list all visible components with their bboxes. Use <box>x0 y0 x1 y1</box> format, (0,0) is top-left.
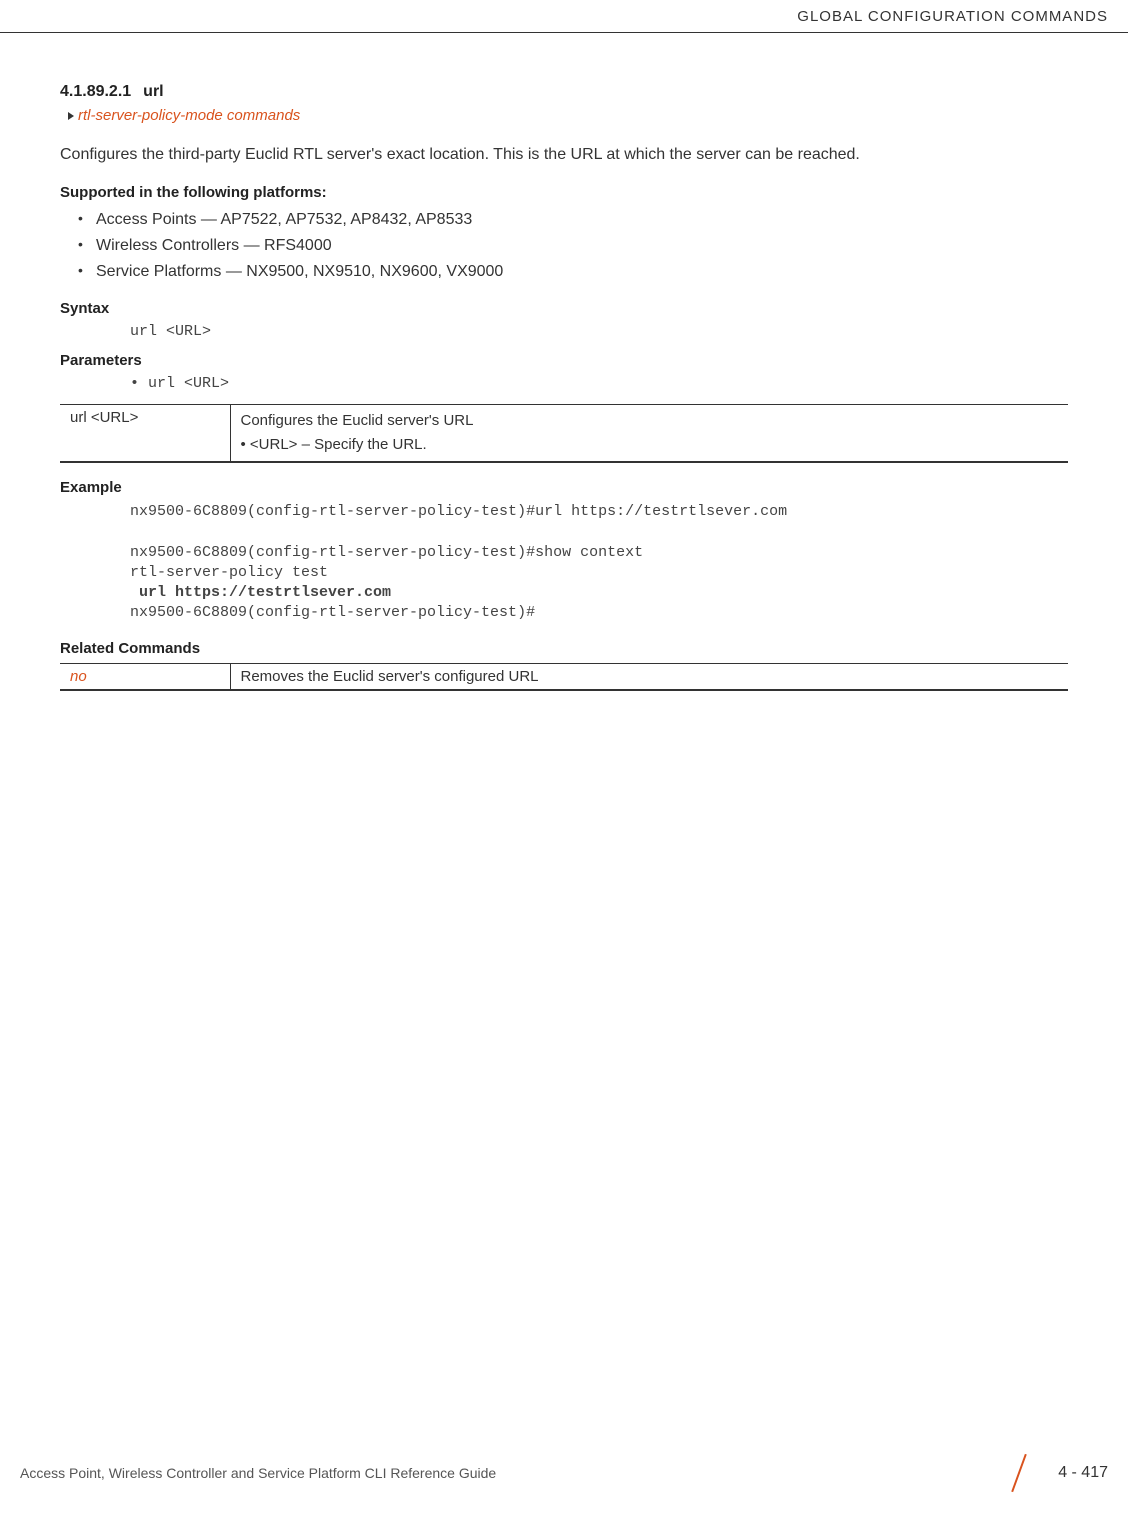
list-item: Wireless Controllers — RFS4000 <box>96 233 1068 259</box>
related-heading: Related Commands <box>60 640 1068 657</box>
breadcrumb: rtl-server-policy-mode commands <box>60 107 1068 124</box>
supported-heading: Supported in the following platforms: <box>60 184 1068 201</box>
arrow-right-icon <box>68 112 74 120</box>
main-content: 4.1.89.2.1 url rtl-server-policy-mode com… <box>0 33 1128 691</box>
page-footer: Access Point, Wireless Controller and Se… <box>0 1453 1128 1493</box>
parameters-line: • url <URL> <box>60 375 1068 392</box>
param-name-cell: url <URL> <box>60 405 230 463</box>
example-code: nx9500-6C8809(config-rtl-server-policy-t… <box>60 502 1068 624</box>
code-line: nx9500-6C8809(config-rtl-server-policy-t… <box>130 544 643 561</box>
code-line: nx9500-6C8809(config-rtl-server-policy-t… <box>130 604 535 621</box>
page-header: GLOBAL CONFIGURATION COMMANDS <box>0 0 1128 33</box>
related-cmd-cell[interactable]: no <box>60 663 230 690</box>
code-line-bold: url https://testrtlsever.com <box>130 584 391 601</box>
related-commands-table: no Removes the Euclid server's configure… <box>60 663 1068 691</box>
section-title: url <box>143 83 163 100</box>
list-item: Service Platforms — NX9500, NX9510, NX96… <box>96 259 1068 285</box>
table-row: no Removes the Euclid server's configure… <box>60 663 1068 690</box>
list-item: Access Points — AP7522, AP7532, AP8432, … <box>96 207 1068 233</box>
breadcrumb-text[interactable]: rtl-server-policy-mode commands <box>78 107 300 124</box>
related-desc-cell: Removes the Euclid server's configured U… <box>230 663 1068 690</box>
section-description: Configures the third-party Euclid RTL se… <box>60 144 1068 166</box>
param-desc-line1: Configures the Euclid server's URL <box>241 412 474 429</box>
section-number: 4.1.89.2.1 <box>60 83 131 100</box>
code-line: nx9500-6C8809(config-rtl-server-policy-t… <box>130 503 787 520</box>
syntax-heading: Syntax <box>60 300 1068 317</box>
syntax-code: url <URL> <box>60 323 1068 340</box>
parameters-heading: Parameters <box>60 352 1068 369</box>
param-desc-cell: Configures the Euclid server's URL • <UR… <box>230 405 1068 463</box>
table-row: url <URL> Configures the Euclid server's… <box>60 405 1068 463</box>
header-title: GLOBAL CONFIGURATION COMMANDS <box>797 8 1108 25</box>
code-line: rtl-server-policy test <box>130 564 328 581</box>
supported-platforms-list: Access Points — AP7522, AP7532, AP8432, … <box>60 207 1068 284</box>
param-desc-line2: • <URL> – Specify the URL. <box>241 436 427 453</box>
example-heading: Example <box>60 479 1068 496</box>
section-heading: 4.1.89.2.1 url <box>60 83 1068 101</box>
footer-text: Access Point, Wireless Controller and Se… <box>20 1465 978 1481</box>
slash-icon <box>998 1453 1038 1493</box>
parameters-table: url <URL> Configures the Euclid server's… <box>60 404 1068 463</box>
page-number: 4 - 417 <box>1058 1464 1108 1482</box>
